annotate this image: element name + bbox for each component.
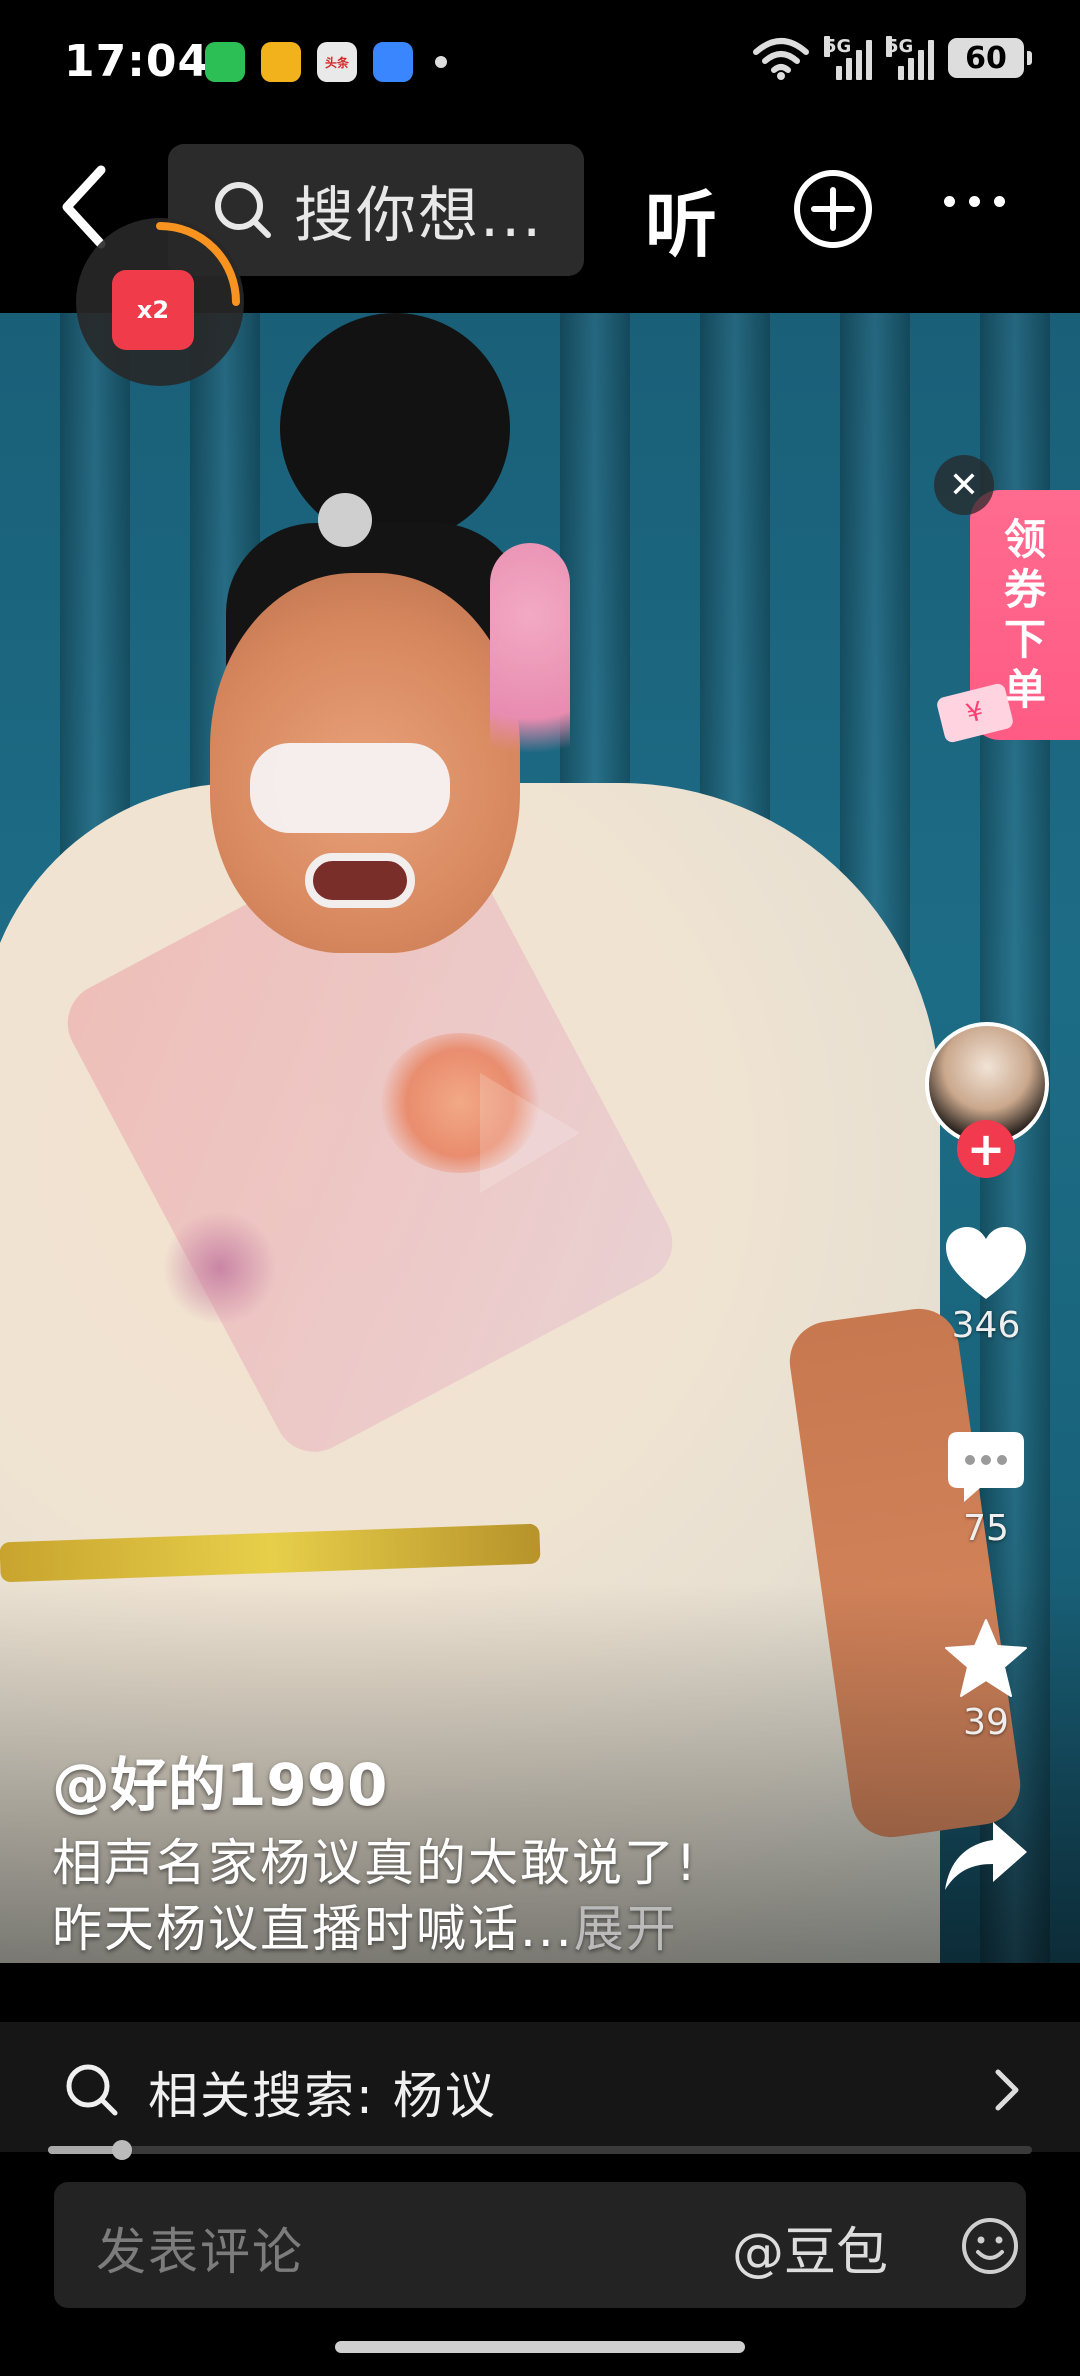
video-caption: 相声名家杨议真的太敢说了! 昨天杨议直播时喊话...展开 (52, 1830, 812, 1962)
comment-button[interactable]: 75 (926, 1430, 1046, 1549)
browser-icon (373, 42, 413, 82)
related-search-bar[interactable]: 相关搜索: 杨议 (0, 2022, 1080, 2152)
network-type-2: 5G (886, 36, 914, 57)
more-notifications-dot (435, 56, 447, 68)
coupon-char: 单 (1003, 665, 1046, 714)
signal-icon-2: 5G (886, 36, 934, 80)
related-search-label: 相关搜索: 杨议 (148, 2067, 497, 2125)
battery-icon: 60 (948, 38, 1032, 78)
like-count: 346 (951, 1305, 1021, 1346)
caption-line-1: 相声名家杨议真的太敢说了! (52, 1834, 699, 1892)
status-time: 17:04 (64, 36, 210, 87)
search-icon (66, 2064, 118, 2116)
caption-text: 昨天杨议直播时喊话... (52, 1900, 574, 1958)
search-placeholder: 搜你想... (294, 180, 544, 251)
comment-count: 75 (963, 1508, 1009, 1549)
network-type-1: 5G (824, 36, 852, 57)
notification-icons: 头条 (205, 42, 447, 82)
share-icon (945, 1822, 1027, 1890)
caption-line-2: 昨天杨议直播时喊话...展开 (52, 1896, 812, 1962)
share-button[interactable] (926, 1818, 1046, 1894)
coupon-char: 领 (1003, 515, 1046, 564)
wifi-icon (753, 38, 809, 80)
system-status: 5G 5G 60 (752, 36, 1032, 80)
status-bar: 17:04 头条 5G 5G 60 (0, 0, 1080, 130)
author-name[interactable]: @好的1990 (52, 1738, 387, 1822)
toutiao-icon: 头条 (317, 42, 357, 82)
emoji-icon[interactable] (960, 2216, 1020, 2276)
comment-icon (948, 1432, 1024, 1502)
signal-icon-1: 5G (824, 36, 872, 80)
coupon-char: 下 (1003, 615, 1046, 664)
heart-icon (946, 1227, 1026, 1299)
red-packet-reward[interactable]: x2 (76, 218, 244, 386)
reader-icon (261, 42, 301, 82)
expand-link[interactable]: 展开 (574, 1900, 678, 1958)
like-button[interactable]: 346 (926, 1225, 1046, 1346)
favorite-count: 39 (963, 1702, 1009, 1743)
comment-input[interactable]: 发表评论 @豆包 (54, 2182, 1026, 2308)
video-player[interactable] (0, 313, 1080, 1963)
favorite-button[interactable]: 39 (926, 1618, 1046, 1743)
home-indicator[interactable] (335, 2341, 745, 2353)
chevron-right-icon (995, 2069, 1019, 2111)
progress-fill (48, 2146, 122, 2154)
listen-button[interactable]: 听 (645, 166, 717, 271)
play-icon (480, 1073, 580, 1193)
add-icon[interactable] (792, 168, 874, 250)
follow-button[interactable]: + (957, 1120, 1015, 1178)
red-envelope-icon: x2 (112, 270, 194, 350)
star-icon (945, 1619, 1027, 1697)
comment-placeholder: 发表评论 (96, 2223, 304, 2281)
video-progress-bar[interactable] (48, 2140, 1032, 2160)
mention-doubao-button[interactable]: @豆包 (732, 2210, 888, 2285)
wechat-icon (205, 42, 245, 82)
coupon-char: 券 (1003, 565, 1046, 614)
coupon-close-icon[interactable]: ✕ (934, 455, 994, 515)
progress-handle[interactable] (111, 2140, 132, 2160)
more-options-icon[interactable] (944, 196, 1005, 207)
